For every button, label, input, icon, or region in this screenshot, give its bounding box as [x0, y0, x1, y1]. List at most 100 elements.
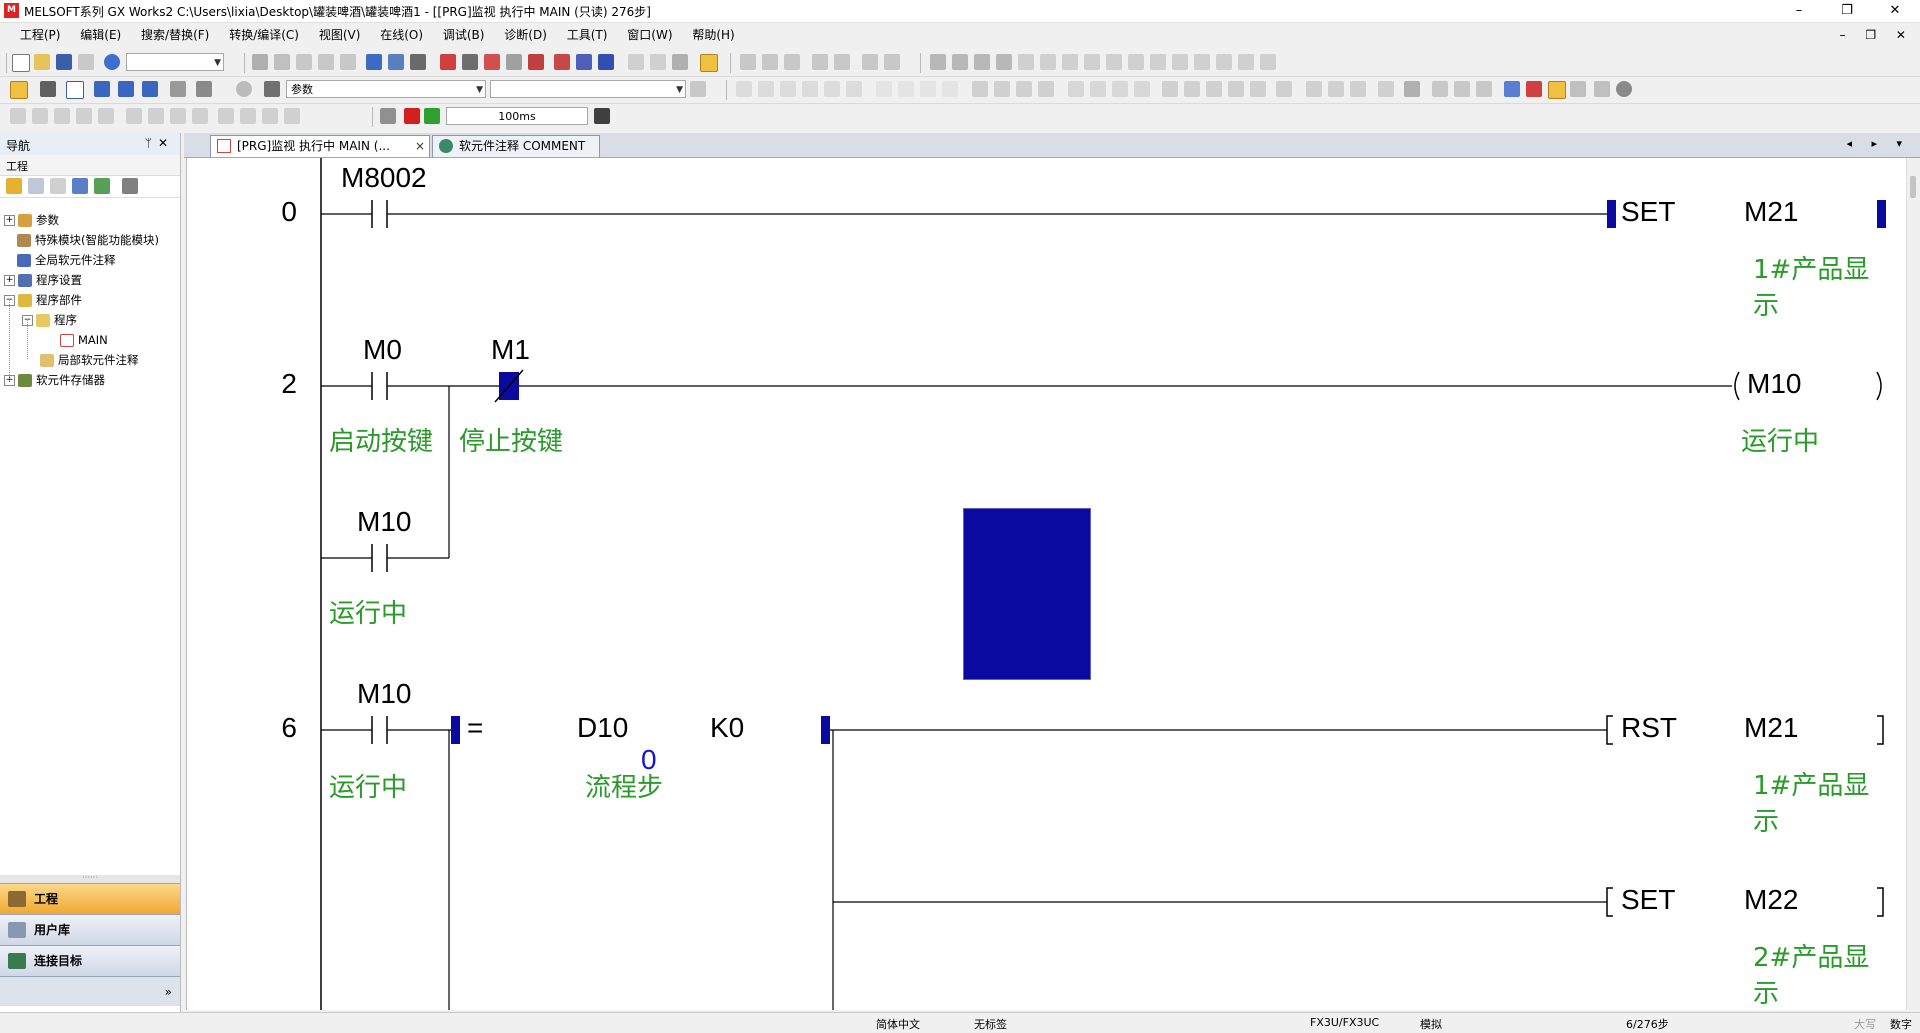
compare-operand-1[interactable]: D10 — [577, 712, 628, 744]
contact-device-label[interactable]: M8002 — [341, 162, 427, 194]
tree-item-parameters[interactable]: + 参数 — [4, 211, 59, 229]
falling-parallel-icon[interactable] — [1038, 81, 1054, 97]
ladder-tool-5-icon[interactable] — [834, 54, 850, 70]
monitor-run-icon[interactable] — [424, 108, 440, 124]
contact-device-label[interactable]: M10 — [357, 506, 411, 538]
new-data-icon[interactable] — [6, 178, 22, 194]
dev-watch-3-icon[interactable] — [142, 81, 158, 97]
ladder-edit-7-icon[interactable] — [1404, 81, 1420, 97]
vline-f10-icon[interactable] — [1228, 81, 1244, 97]
contact-parallel-sf5-icon[interactable] — [758, 81, 774, 97]
format-6-icon[interactable] — [1260, 54, 1276, 70]
sfc-tool-10-icon[interactable] — [218, 108, 234, 124]
instruction-op[interactable]: RST — [1621, 712, 1677, 744]
compare-operand-2[interactable]: K0 — [710, 712, 744, 744]
instruction-f8-icon[interactable] — [846, 81, 862, 97]
vline-sf9-icon[interactable] — [898, 81, 914, 97]
cut-icon[interactable] — [252, 54, 268, 70]
sfc-tool-6-icon[interactable] — [126, 108, 142, 124]
ladder-edit-8-icon[interactable] — [1432, 81, 1448, 97]
monitor-interval-apply-icon[interactable] — [594, 108, 610, 124]
tree-item-global-comment[interactable]: 全局软元件注释 — [17, 251, 116, 269]
ladder-tool-3-icon[interactable] — [784, 54, 800, 70]
falling-pulse-caf5-icon[interactable] — [1184, 81, 1200, 97]
menu-debug[interactable]: 调试(B) — [435, 24, 493, 46]
remote-operation-icon[interactable] — [506, 54, 522, 70]
menu-find-replace[interactable]: 搜索/替换(F) — [133, 24, 217, 46]
copy-icon[interactable] — [274, 54, 290, 70]
print-icon[interactable] — [78, 54, 94, 70]
radix-2-icon[interactable] — [930, 54, 946, 70]
ladder-edit-10-icon[interactable] — [1476, 81, 1492, 97]
menu-help[interactable]: 帮助(H) — [684, 24, 742, 46]
sfc-tool-7-icon[interactable] — [148, 108, 164, 124]
string-abc-icon[interactable] — [1040, 54, 1056, 70]
rising-parallel-icon[interactable] — [1016, 81, 1032, 97]
open-project-icon[interactable] — [34, 54, 50, 70]
ladder-tool-7-icon[interactable] — [884, 54, 900, 70]
zoom-icon[interactable] — [1594, 81, 1610, 97]
invert-icon[interactable] — [1068, 81, 1084, 97]
contact-nc-f6-icon[interactable] — [780, 81, 796, 97]
sfc-tool-12-icon[interactable] — [262, 108, 278, 124]
sfc-tool-8-icon[interactable] — [170, 108, 186, 124]
instruction-combo[interactable]: ▼ — [490, 80, 686, 98]
format-4-icon[interactable] — [1216, 54, 1232, 70]
tree-item-main[interactable]: MAIN — [60, 331, 108, 349]
close-button[interactable]: ✕ — [1872, 0, 1918, 22]
menu-edit[interactable]: 编辑(E) — [72, 24, 129, 46]
monitor-stop-icon[interactable] — [404, 108, 420, 124]
dev-watch-1-icon[interactable] — [94, 81, 110, 97]
coil-f7-icon[interactable] — [824, 81, 840, 97]
ladder-edit-6-icon[interactable] — [1378, 81, 1394, 97]
nav-button-connection[interactable]: 连接目标 — [0, 945, 180, 976]
nav-more-button[interactable]: » — [0, 976, 180, 1006]
device-test-icon[interactable] — [672, 54, 688, 70]
ladder-tool-4-icon[interactable] — [812, 54, 828, 70]
navigation-options-icon[interactable] — [122, 178, 138, 194]
instruction-device[interactable]: M21 — [1744, 196, 1798, 228]
cross-reference-icon[interactable] — [410, 54, 426, 70]
minimize-button[interactable]: – — [1776, 0, 1822, 22]
binoculars-icon[interactable] — [264, 81, 280, 97]
ladder-tool-2-icon[interactable] — [762, 54, 778, 70]
splitter-grip[interactable]: ······ — [0, 874, 180, 883]
hline-f9-icon[interactable] — [876, 81, 892, 97]
monitor-settings-icon[interactable] — [380, 108, 396, 124]
menu-project[interactable]: 工程(P) — [12, 24, 69, 46]
undo-icon[interactable] — [318, 54, 334, 70]
new-project-icon[interactable] — [12, 54, 30, 72]
redo-icon[interactable] — [340, 54, 356, 70]
melsoft-app-icon[interactable]: M — [4, 3, 19, 18]
radix-10-icon[interactable] — [974, 54, 990, 70]
bit-64-icon[interactable] — [1128, 54, 1144, 70]
write-to-plc-icon[interactable] — [462, 54, 478, 70]
project-view-icon[interactable] — [28, 178, 44, 194]
tree-expander[interactable]: + — [4, 275, 15, 286]
help-search-icon[interactable] — [236, 81, 252, 97]
quick-select-combo[interactable]: ▼ — [126, 53, 224, 71]
sfc-tool-4-icon[interactable] — [76, 108, 92, 124]
sfc-tool-13-icon[interactable] — [284, 108, 300, 124]
real-number-icon[interactable] — [1018, 54, 1034, 70]
paste-icon[interactable] — [296, 54, 312, 70]
string-asc-icon[interactable] — [1062, 54, 1078, 70]
ladder-edit-3-icon[interactable] — [1306, 81, 1322, 97]
note-display-icon[interactable] — [1548, 81, 1566, 99]
coil-device-label[interactable]: M10 — [1747, 368, 1801, 400]
tree-item-local-comment[interactable]: 局部软元件注释 — [40, 351, 139, 369]
tree-item-special-module[interactable]: 特殊模块(智能功能模块) — [17, 231, 159, 249]
mdi-window-controls[interactable]: – ❐ ✕ — [1840, 24, 1914, 46]
radix-16-icon[interactable] — [996, 54, 1012, 70]
monitor-interval-field[interactable]: 100ms — [446, 107, 588, 125]
magnifier-icon[interactable] — [1616, 81, 1632, 97]
read-from-plc-icon[interactable] — [440, 54, 456, 70]
help-icon[interactable] — [104, 54, 120, 70]
delete-vline-cf10-icon[interactable] — [942, 81, 958, 97]
sfc-tool-5-icon[interactable] — [98, 108, 114, 124]
sfc-tool-3-icon[interactable] — [54, 108, 70, 124]
sfc-tool-1-icon[interactable] — [10, 108, 26, 124]
tab-main-monitor[interactable]: [PRG]监视 执行中 MAIN (... × — [210, 135, 430, 157]
vertical-scrollbar[interactable] — [1906, 158, 1920, 1010]
navigation-close-icon[interactable]: ✕ — [158, 136, 174, 150]
